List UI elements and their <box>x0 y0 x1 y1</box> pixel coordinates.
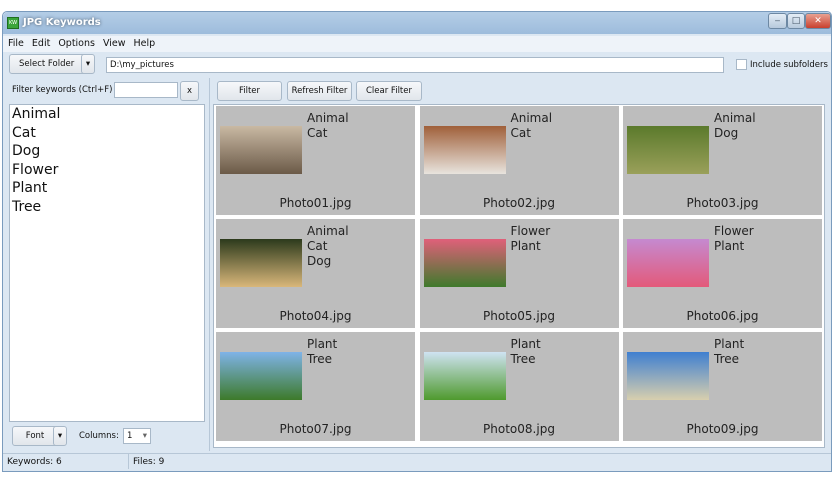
photo-keyword: Animal <box>714 111 756 125</box>
photo-keyword: Tree <box>714 352 740 366</box>
photo-thumbnail <box>627 239 709 287</box>
keyword-item[interactable]: Animal <box>10 105 204 124</box>
photo-keyword: Animal <box>510 111 553 125</box>
photo-keywords: Plant Tree <box>714 337 744 367</box>
filter-keywords-input[interactable] <box>114 82 178 98</box>
photo-filename: Photo08.jpg <box>483 422 555 436</box>
photo-cell[interactable]: Animal Dog Photo03.jpg <box>623 106 822 215</box>
photo-filename: Photo04.jpg <box>279 309 352 323</box>
status-files: Files: 9 <box>128 454 164 469</box>
photo-keywords: Animal Dog <box>714 111 756 141</box>
photo-cell[interactable]: Flower Plant Photo06.jpg <box>623 219 822 328</box>
maximize-button[interactable]: □ <box>787 13 805 29</box>
keyword-item[interactable]: Flower <box>10 161 204 180</box>
photo-keyword: Cat <box>307 126 328 140</box>
photo-thumbnail <box>423 126 506 174</box>
photo-keyword: Dog <box>307 254 332 268</box>
photo-cell[interactable]: Plant Tree Photo08.jpg <box>419 332 619 441</box>
photo-keyword: Dog <box>714 126 739 140</box>
photo-keyword: Cat <box>307 239 328 253</box>
photo-keywords: Animal Cat Dog <box>307 224 349 269</box>
photo-cell[interactable]: Animal Cat Photo02.jpg <box>419 106 619 215</box>
photo-thumbnail <box>220 352 302 400</box>
keyword-item[interactable]: Tree <box>10 198 204 217</box>
photo-keywords: Animal Cat <box>511 111 553 141</box>
photo-filename: Photo03.jpg <box>686 196 759 210</box>
clear-filter-button[interactable]: Clear Filter <box>356 81 422 101</box>
photo-keyword: Tree <box>510 352 536 366</box>
keyword-item[interactable]: Cat <box>10 124 204 143</box>
title-bar: KW JPG Keywords ‒ □ ✕ <box>3 12 831 34</box>
select-folder-button[interactable]: Select Folder <box>9 54 87 74</box>
columns-select[interactable]: 1 ▾ <box>123 428 151 444</box>
refresh-filter-button[interactable]: Refresh Filter <box>287 81 352 101</box>
include-subfolders-checkbox[interactable] <box>736 59 747 70</box>
photo-filename: Photo01.jpg <box>279 196 352 210</box>
photo-keyword: Plant <box>714 239 745 253</box>
keyword-item[interactable]: Plant <box>10 179 204 198</box>
font-dropdown[interactable]: ▾ <box>53 426 67 446</box>
photo-thumbnail <box>423 352 506 400</box>
photo-keyword: Flower <box>510 224 551 238</box>
keyword-item[interactable]: Dog <box>10 142 204 161</box>
photo-filename: Photo07.jpg <box>279 422 352 436</box>
photo-thumbnail <box>627 352 709 400</box>
menu-view[interactable]: View <box>98 36 129 49</box>
photo-keyword: Plant <box>510 337 541 351</box>
photo-keyword: Plant <box>510 239 541 253</box>
menu-options[interactable]: Options <box>53 36 98 49</box>
filter-label: Filter keywords (Ctrl+F) <box>12 85 113 95</box>
photo-keywords: Plant Tree <box>511 337 541 367</box>
photo-thumbnail <box>423 239 506 287</box>
photo-keyword: Animal <box>307 224 349 238</box>
chevron-down-icon: ▾ <box>142 431 147 441</box>
menu-bar: File Edit Options View Help <box>3 36 831 52</box>
clear-filter-input-button[interactable]: x <box>180 81 199 101</box>
photo-keyword: Plant <box>714 337 745 351</box>
columns-value: 1 <box>127 431 133 441</box>
photo-thumbnail <box>220 126 302 174</box>
photo-cell[interactable]: Animal Cat Dog Photo04.jpg <box>216 219 415 328</box>
photo-grid: Animal Cat Photo01.jpg Animal Cat Photo02.jpg… <box>213 104 825 448</box>
menu-file[interactable]: File <box>3 36 27 49</box>
photo-keyword: Plant <box>307 337 338 351</box>
close-button[interactable]: ✕ <box>805 13 831 29</box>
photo-thumbnail <box>220 239 302 287</box>
photo-keyword: Animal <box>307 111 349 125</box>
menu-edit[interactable]: Edit <box>27 36 53 49</box>
photo-thumbnail <box>627 126 709 174</box>
status-bar: Keywords: 6 Files: 9 <box>3 453 831 469</box>
photo-cell[interactable]: Plant Tree Photo09.jpg <box>623 332 822 441</box>
photos-panel: Filter Refresh Filter Clear Filter Anima… <box>209 78 829 451</box>
app-window: KW JPG Keywords ‒ □ ✕ File Edit Options Vie… <box>2 11 832 472</box>
minimize-button[interactable]: ‒ <box>768 13 787 29</box>
menu-help[interactable]: Help <box>129 36 159 49</box>
photo-filename: Photo05.jpg <box>483 309 555 323</box>
photo-keywords: Flower Plant <box>714 224 754 254</box>
window-title: JPG Keywords <box>23 17 101 28</box>
photo-filename: Photo06.jpg <box>686 309 759 323</box>
photo-keyword: Flower <box>714 224 754 238</box>
folder-path-input[interactable]: D:\my_pictures <box>106 57 724 73</box>
photo-keywords: Animal Cat <box>307 111 349 141</box>
photo-keywords: Plant Tree <box>307 337 337 367</box>
columns-label: Columns: <box>79 431 119 441</box>
photo-keywords: Flower Plant <box>511 224 551 254</box>
status-keywords: Keywords: 6 <box>7 457 62 467</box>
include-subfolders-label: Include subfolders <box>750 60 828 70</box>
photo-keyword: Cat <box>510 126 531 140</box>
select-folder-dropdown[interactable]: ▾ <box>81 54 95 74</box>
select-folder-label: Select Folder <box>19 59 75 69</box>
photo-cell[interactable]: Animal Cat Photo01.jpg <box>216 106 415 215</box>
photo-filename: Photo09.jpg <box>686 422 759 436</box>
photo-filename: Photo02.jpg <box>483 196 555 210</box>
photo-cell[interactable]: Flower Plant Photo05.jpg <box>419 219 619 328</box>
keywords-panel: Filter keywords (Ctrl+F) x Animal Cat Dog F… <box>8 78 206 451</box>
app-icon: KW <box>7 17 19 29</box>
photo-keyword: Tree <box>307 352 333 366</box>
filter-button[interactable]: Filter <box>217 81 282 101</box>
photo-cell[interactable]: Plant Tree Photo07.jpg <box>216 332 415 441</box>
keyword-list: Animal Cat Dog Flower Plant Tree <box>9 104 205 422</box>
font-button[interactable]: Font <box>12 426 58 446</box>
